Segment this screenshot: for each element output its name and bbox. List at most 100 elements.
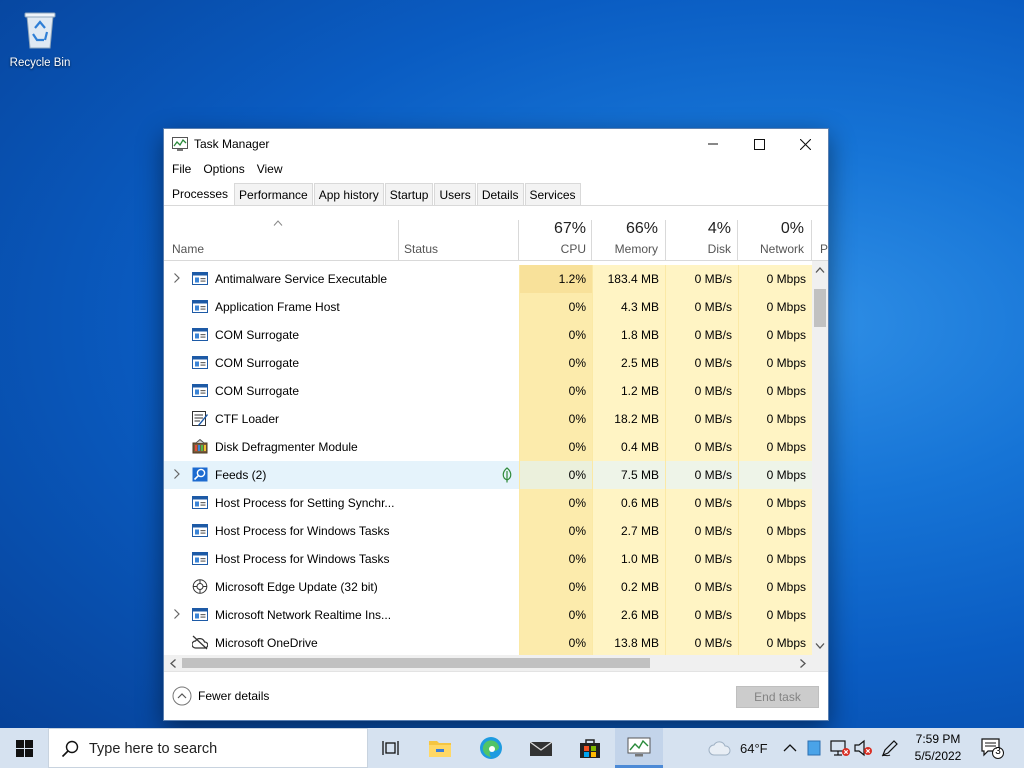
column-disk[interactable]: Disk	[664, 242, 731, 256]
tab-users[interactable]: Users	[434, 183, 476, 205]
taskbar-search-box[interactable]: Type here to search	[48, 728, 368, 768]
network-status-button[interactable]	[829, 728, 851, 768]
tab-services[interactable]: Services	[524, 183, 581, 205]
store-button[interactable]	[566, 728, 614, 768]
chevron-right-icon[interactable]	[173, 272, 181, 284]
process-disk-cell: 0 MB/s	[665, 349, 738, 377]
scroll-up-icon[interactable]	[815, 267, 825, 273]
task-manager-icon	[172, 137, 188, 151]
chevron-right-icon[interactable]	[173, 468, 181, 480]
column-separator	[398, 220, 399, 261]
process-disk-cell: 0 MB/s	[665, 265, 738, 293]
task-manager-taskbar-button[interactable]	[615, 728, 663, 768]
process-row[interactable]: CTF Loader 0% 18.2 MB 0 MB/s 0 Mbps	[164, 405, 812, 433]
action-center-button[interactable]: 3	[980, 736, 1004, 760]
process-row[interactable]: Disk Defragmenter Module 0% 0.4 MB 0 MB/s 0 …	[164, 433, 812, 461]
weather-widget[interactable]: 64°F	[708, 728, 768, 768]
volume-button[interactable]	[853, 728, 873, 768]
process-row[interactable]: Antimalware Service Executable 1.2% 183.4 …	[164, 265, 812, 293]
close-button[interactable]	[782, 129, 828, 159]
windows-logo-icon	[15, 739, 33, 757]
search-icon	[61, 740, 79, 758]
show-hidden-icons-button[interactable]	[783, 728, 797, 768]
process-row[interactable]: Microsoft Edge Update (32 bit) 0% 0.2 MB 0 …	[164, 573, 812, 601]
process-network-cell: 0 Mbps	[738, 433, 812, 461]
process-memory-cell: 2.6 MB	[592, 601, 665, 629]
scroll-right-icon[interactable]	[800, 659, 806, 668]
start-button[interactable]	[0, 728, 48, 768]
window-title: Task Manager	[194, 137, 270, 151]
end-task-button[interactable]: End task	[736, 686, 819, 708]
process-name: Microsoft OneDrive	[215, 636, 318, 650]
chevron-up-icon	[783, 744, 797, 752]
process-memory-cell: 13.8 MB	[592, 629, 665, 656]
recycle-bin-label: Recycle Bin	[9, 57, 71, 69]
process-cpu-cell: 0%	[519, 349, 592, 377]
tab-details[interactable]: Details	[476, 183, 524, 205]
notification-count: 3	[995, 746, 1001, 757]
tablet-icon	[807, 740, 821, 756]
process-memory-cell: 0.2 MB	[592, 573, 665, 601]
process-memory-cell: 2.7 MB	[592, 517, 665, 545]
process-disk-cell: 0 MB/s	[665, 489, 738, 517]
tab-processes[interactable]: Processes	[168, 183, 234, 205]
edge-browser-button[interactable]	[467, 728, 515, 768]
vertical-scroll-thumb[interactable]	[814, 289, 826, 327]
process-row[interactable]: Host Process for Windows Tasks 0% 1.0 MB 0 …	[164, 545, 812, 573]
tray-app-icon[interactable]	[807, 728, 821, 768]
process-name: Host Process for Windows Tasks	[215, 552, 390, 566]
vertical-scrollbar[interactable]	[812, 261, 828, 655]
scroll-down-icon[interactable]	[815, 643, 825, 649]
fewer-details-button[interactable]: Fewer details	[172, 686, 269, 706]
tab-startup[interactable]: Startup	[384, 183, 434, 205]
column-power-truncated[interactable]: P	[820, 242, 828, 256]
service-icon	[192, 328, 208, 341]
process-network-cell: 0 Mbps	[738, 349, 812, 377]
defrag-icon	[192, 439, 208, 454]
process-network-cell: 0 Mbps	[738, 293, 812, 321]
edge-icon	[480, 737, 502, 759]
horizontal-scroll-thumb[interactable]	[182, 658, 650, 668]
menu-view[interactable]: View	[255, 159, 291, 181]
process-row[interactable]: COM Surrogate 0% 2.5 MB 0 MB/s 0 Mbps	[164, 349, 812, 377]
process-row[interactable]: COM Surrogate 0% 1.2 MB 0 MB/s 0 Mbps	[164, 377, 812, 405]
column-cpu[interactable]: CPU	[520, 242, 586, 256]
column-network[interactable]: Network	[738, 242, 804, 256]
maximize-button[interactable]	[736, 129, 782, 159]
process-row[interactable]: Microsoft Network Realtime Ins... 0% 2.6 M…	[164, 601, 812, 629]
column-name[interactable]: Name	[172, 242, 204, 256]
process-row[interactable]: Host Process for Setting Synchr... 0% 0.6 …	[164, 489, 812, 517]
process-row[interactable]: Microsoft OneDrive 0% 13.8 MB 0 MB/s 0 Mbps	[164, 629, 812, 656]
tab-performance[interactable]: Performance	[234, 183, 313, 205]
process-row[interactable]: COM Surrogate 0% 1.8 MB 0 MB/s 0 Mbps	[164, 321, 812, 349]
task-view-button[interactable]	[368, 728, 416, 768]
tab-app-history[interactable]: App history	[313, 183, 384, 205]
file-explorer-button[interactable]	[416, 728, 464, 768]
process-network-cell: 0 Mbps	[738, 489, 812, 517]
scroll-left-icon[interactable]	[170, 659, 176, 668]
sort-ascending-icon	[273, 220, 283, 226]
clock[interactable]: 7:59 PM 5/5/2022	[906, 731, 970, 765]
volume-muted-icon	[854, 739, 872, 757]
process-row[interactable]: Feeds (2) 0% 7.5 MB 0 MB/s 0 Mbps	[164, 461, 812, 489]
mail-button[interactable]	[517, 728, 565, 768]
horizontal-scrollbar[interactable]	[164, 655, 812, 671]
process-row[interactable]: Host Process for Windows Tasks 0% 2.7 MB 0 …	[164, 517, 812, 545]
feeds-icon	[192, 467, 208, 482]
minimize-button[interactable]	[690, 129, 736, 159]
process-row[interactable]: Application Frame Host 0% 4.3 MB 0 MB/s 0 Mb…	[164, 293, 812, 321]
recycle-bin-desktop-icon[interactable]: Recycle Bin	[6, 6, 74, 69]
process-cpu-cell: 1.2%	[519, 265, 592, 293]
folder-icon	[429, 741, 451, 757]
pen-workspace-button[interactable]	[880, 728, 900, 768]
menu-file[interactable]: File	[170, 159, 199, 181]
title-bar[interactable]: Task Manager	[164, 129, 828, 159]
footer-bar: Fewer details End task	[164, 671, 828, 720]
menu-options[interactable]: Options	[201, 159, 252, 181]
chevron-right-icon[interactable]	[173, 608, 181, 620]
service-icon	[192, 496, 208, 509]
column-memory[interactable]: Memory	[592, 242, 658, 256]
menu-bar: File Options View	[164, 159, 293, 181]
column-status[interactable]: Status	[404, 242, 438, 256]
task-manager-window: Task Manager File Options View Processes…	[163, 128, 829, 721]
